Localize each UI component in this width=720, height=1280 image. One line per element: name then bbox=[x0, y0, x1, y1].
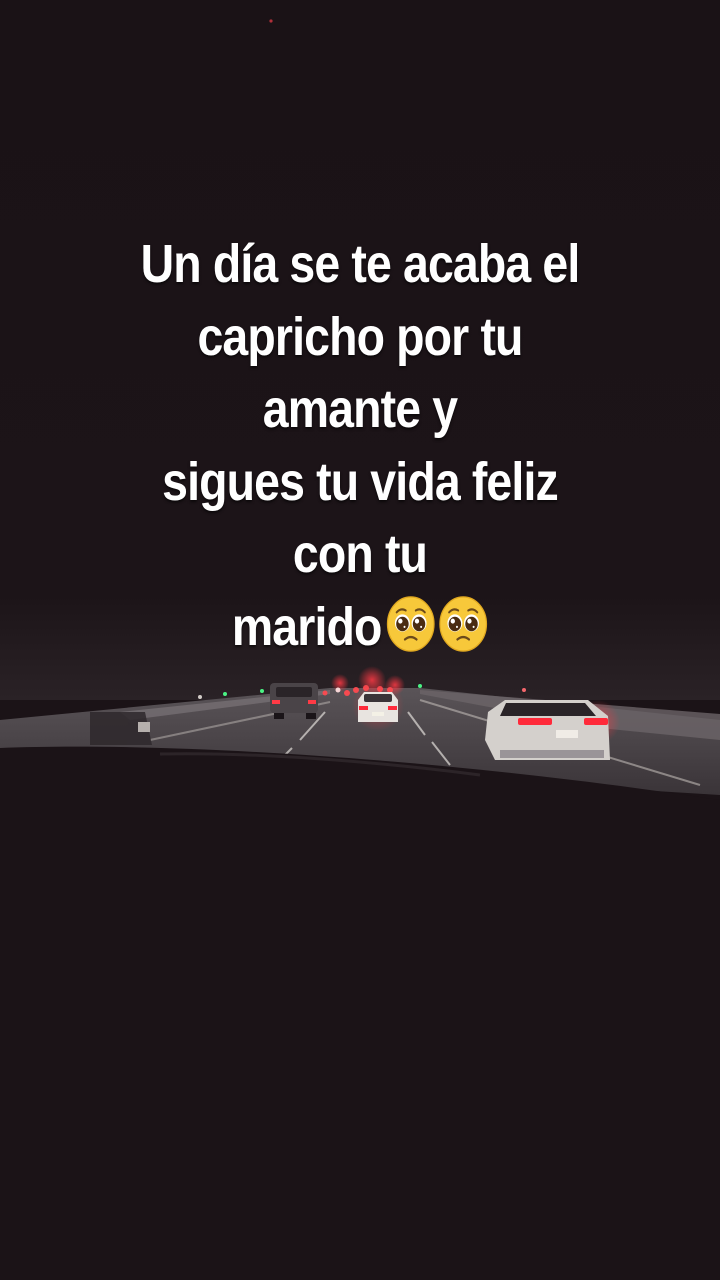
caption-line-3: amante y bbox=[262, 379, 458, 439]
left-edge-car bbox=[90, 712, 152, 745]
pleading-face-icon bbox=[439, 595, 488, 652]
caption-line-6-wrap: marido bbox=[50, 591, 669, 672]
emoji-group bbox=[383, 595, 488, 672]
pleading-face-icon bbox=[386, 595, 435, 652]
caption-line-2: capricho por tu bbox=[197, 306, 523, 367]
caption-line-1: Un día se te acaba el bbox=[140, 234, 581, 294]
caption-line-5: con tu bbox=[292, 524, 428, 584]
distant-light bbox=[269, 19, 273, 23]
caption-line-4: sigues tu vida feliz bbox=[162, 451, 559, 512]
caption-line-6: marido bbox=[231, 596, 383, 657]
center-car bbox=[352, 679, 404, 731]
dashboard bbox=[0, 746, 720, 1280]
caption-text: Un día se te acaba el capricho por tu am… bbox=[50, 228, 669, 671]
right-car bbox=[485, 700, 620, 760]
